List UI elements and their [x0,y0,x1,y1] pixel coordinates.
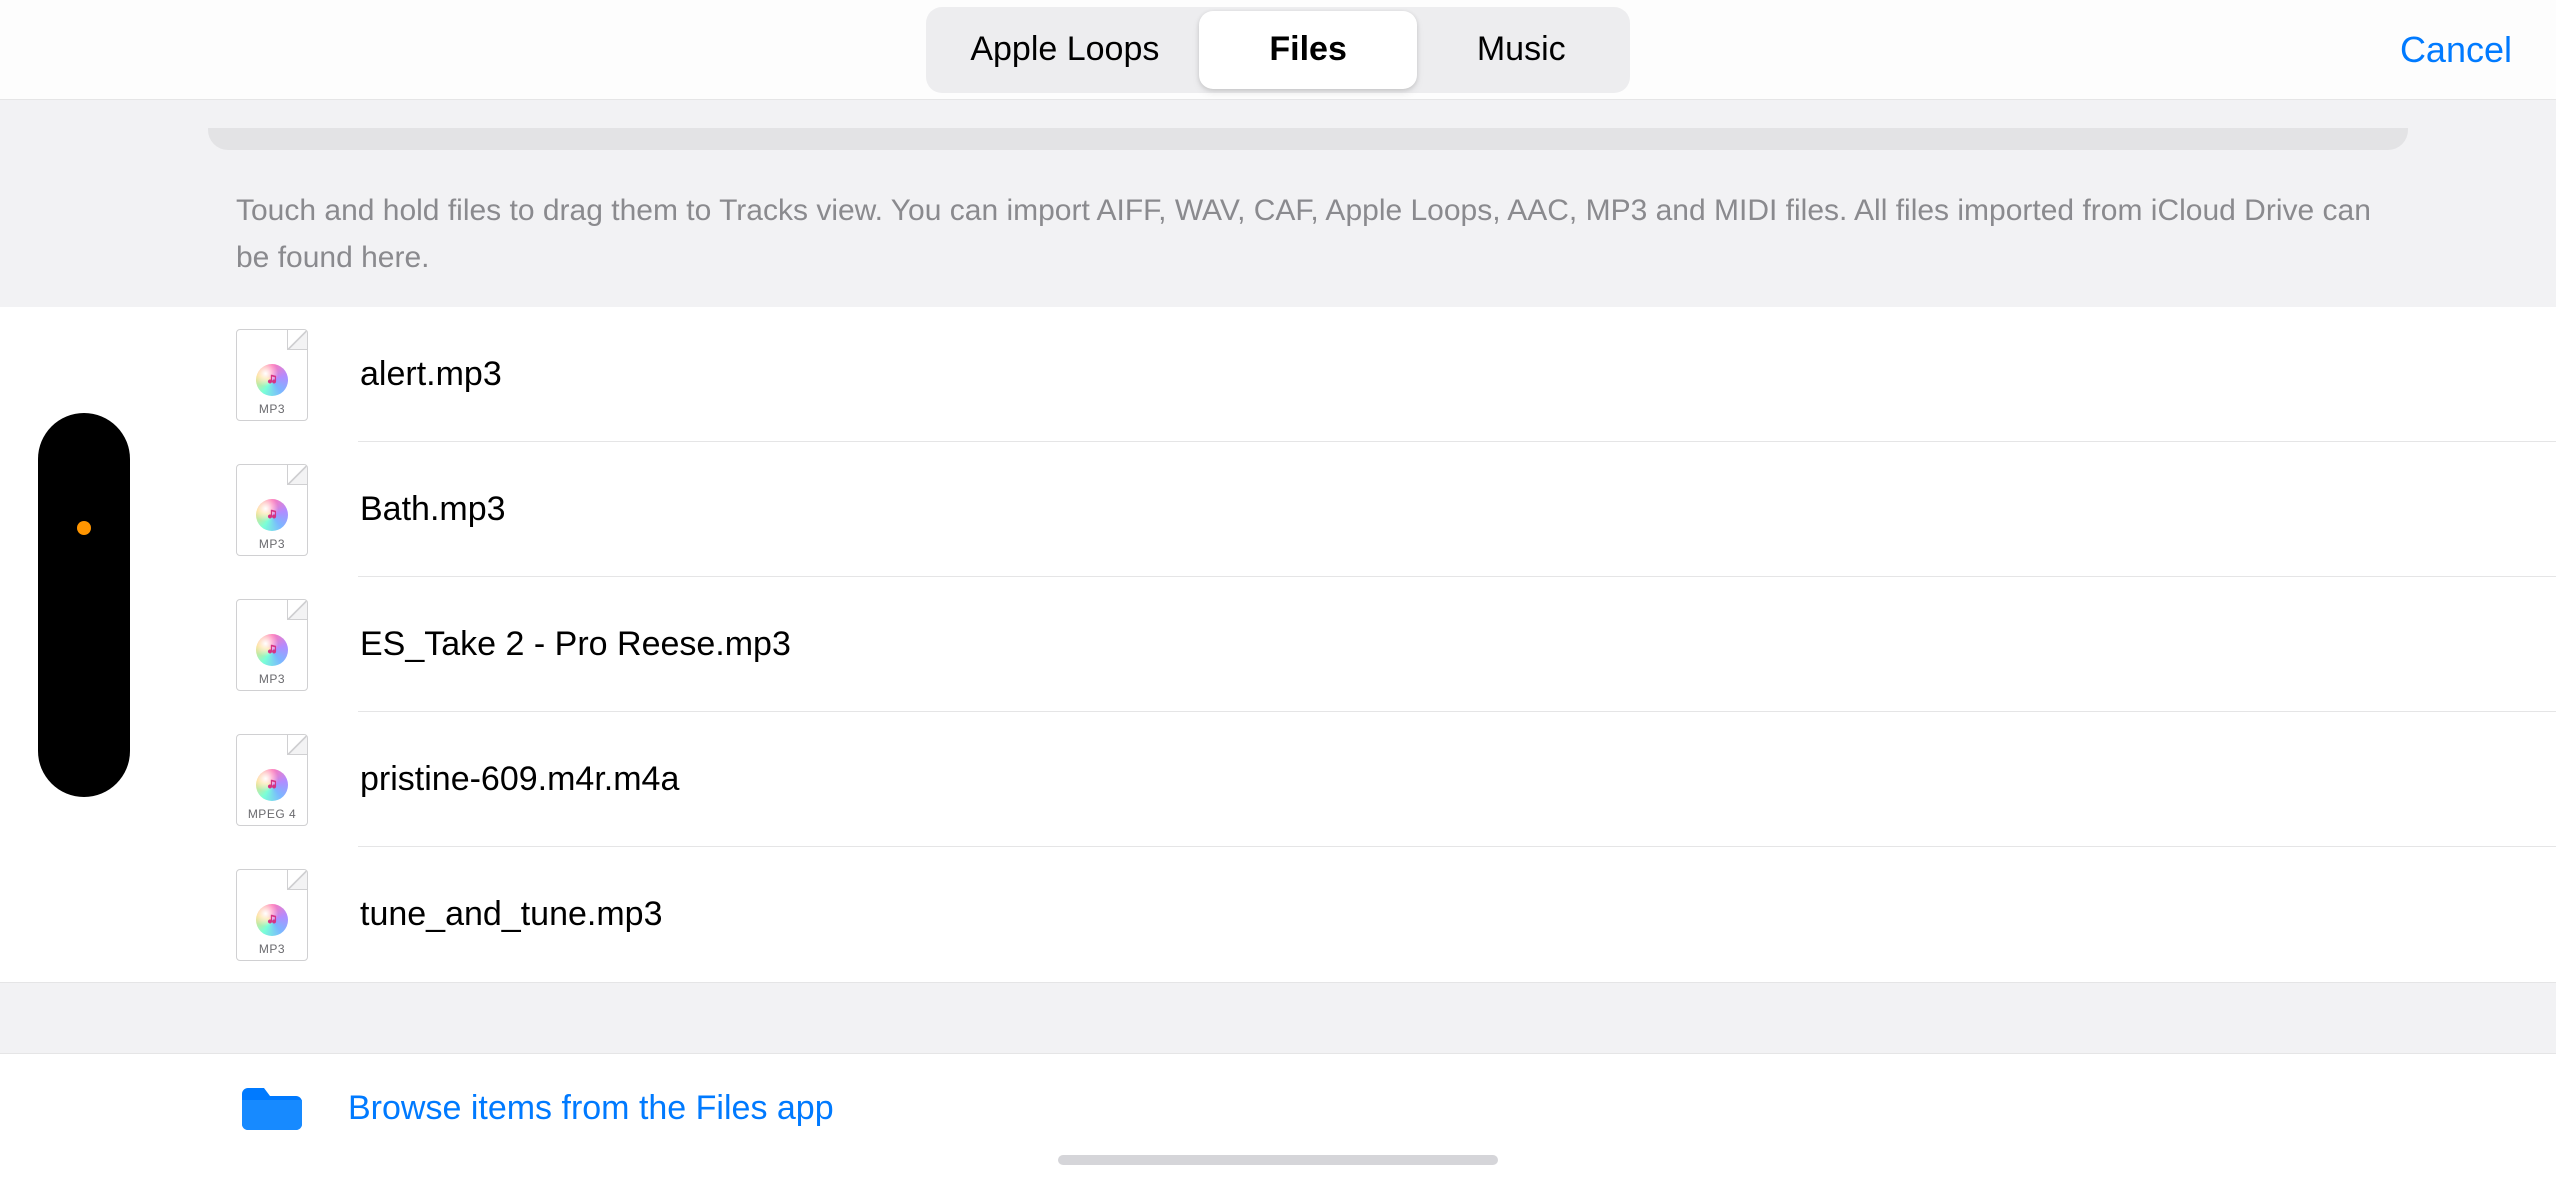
tab-music[interactable]: Music [1417,11,1626,89]
dynamic-island [38,413,130,797]
search-bar-collapsed[interactable] [208,128,2408,150]
info-section: Touch and hold files to drag them to Tra… [0,100,2556,307]
music-file-icon: MP3 [236,464,308,556]
folder-icon [236,1084,308,1132]
info-text: Touch and hold files to drag them to Tra… [236,188,2386,281]
music-file-icon: MP3 [236,869,308,961]
file-list: MP3 alert.mp3 MP3 Bath.mp3 MP3 ES_Take 2… [0,307,2556,982]
home-indicator[interactable] [1058,1155,1498,1165]
browse-label: Browse items from the Files app [348,1089,834,1128]
file-name: alert.mp3 [360,355,502,394]
file-name: tune_and_tune.mp3 [360,895,662,934]
cancel-label: Cancel [2400,29,2512,71]
tabs-segmented-control: Apple Loops Files Music [926,7,1629,93]
tab-label: Apple Loops [970,30,1159,69]
file-row[interactable]: MP3 Bath.mp3 [0,442,2556,577]
tab-label: Music [1477,30,1566,69]
file-row[interactable]: MP3 tune_and_tune.mp3 [0,847,2556,982]
file-badge: MP3 [259,672,285,690]
browse-files-button[interactable]: Browse items from the Files app [0,1054,2556,1162]
file-row[interactable]: MP3 alert.mp3 [0,307,2556,442]
header: Apple Loops Files Music Cancel [0,0,2556,100]
file-row[interactable]: MP3 ES_Take 2 - Pro Reese.mp3 [0,577,2556,712]
tab-files[interactable]: Files [1199,11,1416,89]
file-badge: MPEG 4 [248,807,296,825]
section-spacer [0,982,2556,1054]
cancel-button[interactable]: Cancel [2400,0,2512,100]
file-name: pristine-609.m4r.m4a [360,760,679,799]
music-file-icon: MP3 [236,599,308,691]
file-name: Bath.mp3 [360,490,506,529]
file-badge: MP3 [259,942,285,960]
music-file-icon: MP3 [236,329,308,421]
recording-indicator-icon [77,521,91,535]
tab-label: Files [1269,30,1346,69]
file-name: ES_Take 2 - Pro Reese.mp3 [360,625,791,664]
music-file-icon: MPEG 4 [236,734,308,826]
file-row[interactable]: MPEG 4 pristine-609.m4r.m4a [0,712,2556,847]
file-badge: MP3 [259,537,285,555]
tab-apple-loops[interactable]: Apple Loops [930,11,1199,89]
file-badge: MP3 [259,402,285,420]
